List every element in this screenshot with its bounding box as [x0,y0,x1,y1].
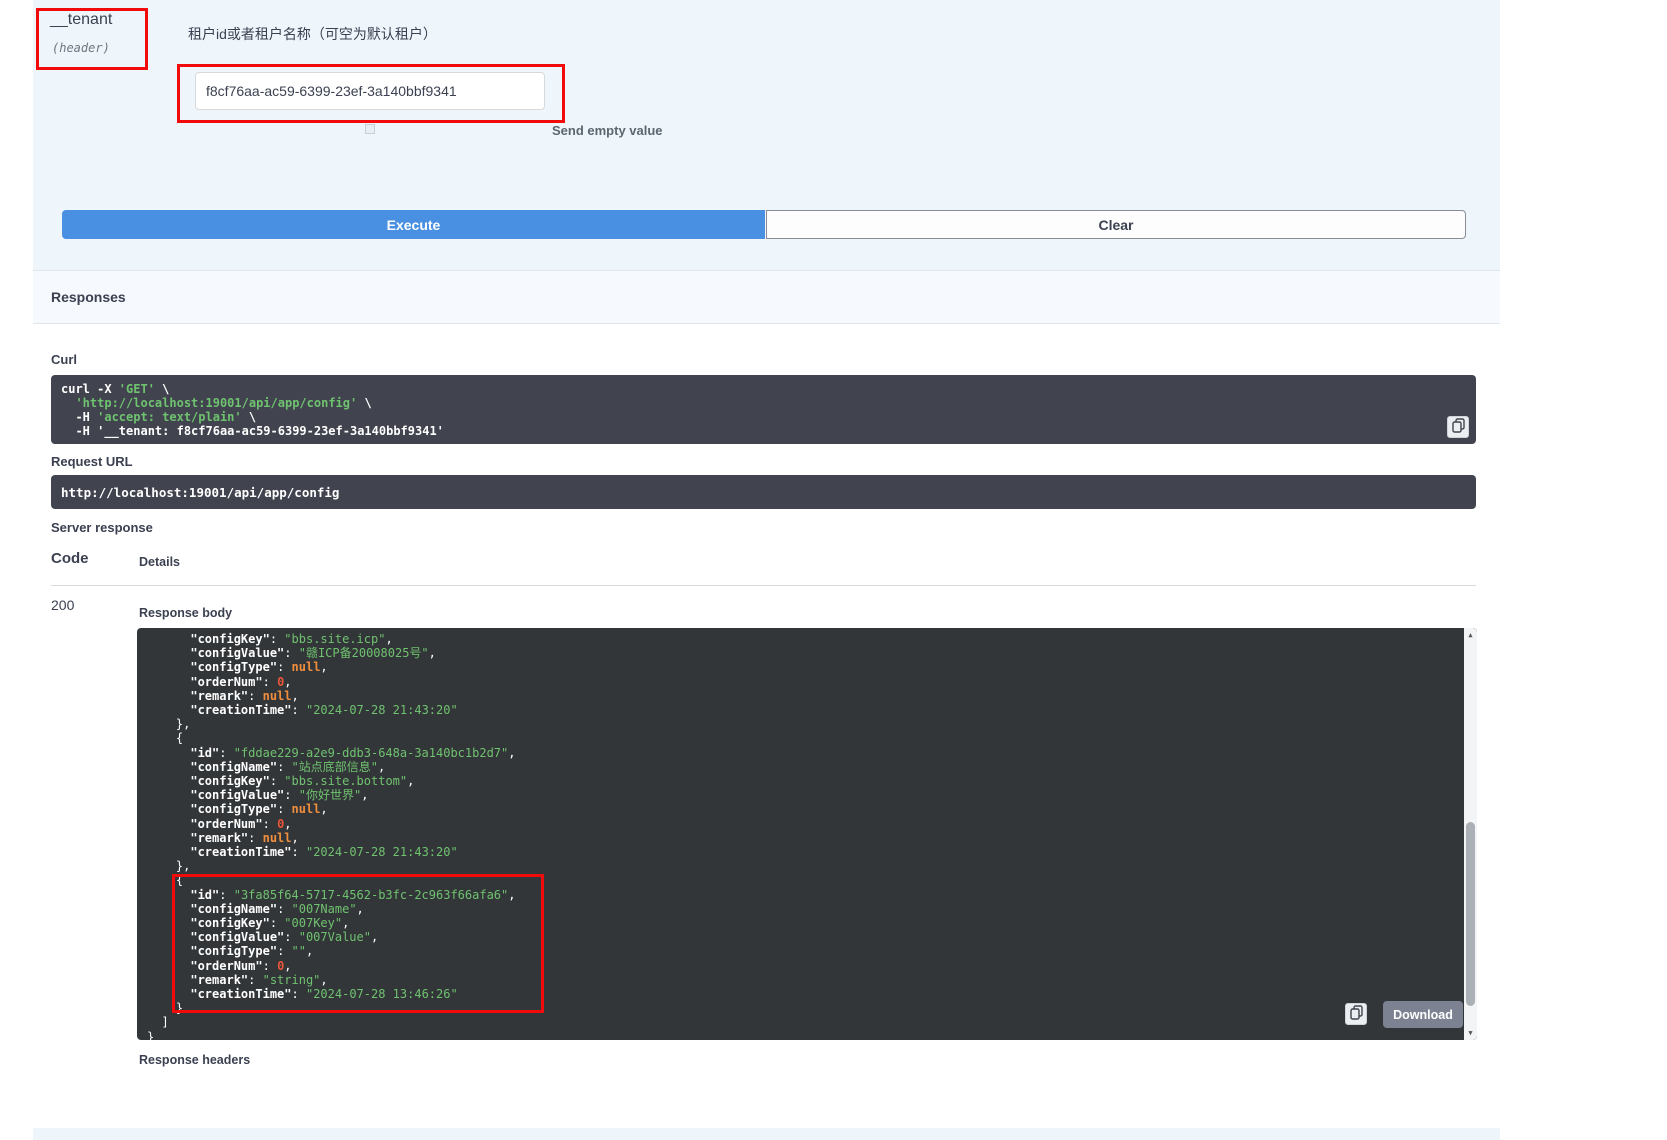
code-line: -H '__tenant: f8cf76aa-ac59-6399-23ef-3a… [61,424,1466,438]
status-code: 200 [51,597,74,613]
tenant-input[interactable] [195,72,545,110]
code-column-header: Code [51,550,89,567]
copy-curl-button[interactable] [1447,416,1469,438]
responses-title: Responses [51,289,126,305]
execute-button[interactable]: Execute [62,210,765,239]
details-column-header: Details [139,555,180,569]
code-line: "orderNum": 0, [147,959,1453,973]
response-headers-label: Response headers [139,1053,250,1067]
download-button[interactable]: Download [1383,1001,1463,1028]
code-line: "configValue": "007Value", [147,930,1453,944]
code-line: "configValue": "赣ICP备20008025号", [147,646,1453,660]
code-line: "remark": null, [147,689,1453,703]
code-line: ] [147,1015,1453,1029]
code-line: } [147,1001,1453,1015]
curl-command-text: curl -X 'GET' \ 'http://localhost:19001/… [61,382,1466,438]
send-empty-checkbox[interactable] [365,124,375,134]
scrollbar-thumb[interactable] [1466,822,1475,1006]
copy-icon [1350,1005,1363,1023]
send-empty-label: Send empty value [552,123,663,138]
response-body-text: "configKey": "bbs.site.icp", "configValu… [147,632,1453,1040]
code-line: "configName": "站点底部信息", [147,760,1453,774]
code-line: }, [147,717,1453,731]
response-body-block: "configKey": "bbs.site.icp", "configValu… [137,628,1477,1040]
parameter-description: 租户id或者租户名称（可空为默认租户） [188,24,437,44]
code-line: "configName": "007Name", [147,902,1453,916]
scroll-down-icon[interactable]: ▼ [1464,1027,1477,1039]
table-header-divider [51,585,1476,586]
code-line: "orderNum": 0, [147,675,1453,689]
code-line: "creationTime": "2024-07-28 21:43:20" [147,845,1453,859]
clear-button[interactable]: Clear [766,210,1466,239]
responses-section-header: Responses [33,270,1500,324]
code-line: "creationTime": "2024-07-28 13:46:26" [147,987,1453,1001]
operation-block: __tenant (header) 租户id或者租户名称（可空为默认租户） Se… [33,0,1500,1140]
code-line: 'http://localhost:19001/api/app/config' … [61,396,1466,410]
scroll-up-icon[interactable]: ▲ [1464,629,1477,641]
code-line: "configType": null, [147,802,1453,816]
server-response-label: Server response [51,520,153,535]
code-line: "configKey": "007Key", [147,916,1453,930]
response-body-label: Response body [139,606,232,620]
code-line: curl -X 'GET' \ [61,382,1466,396]
code-line: "configKey": "bbs.site.icp", [147,632,1453,646]
curl-label: Curl [51,352,77,367]
code-line: "id": "fddae229-a2e9-ddb3-648a-3a140bc1b… [147,746,1453,760]
request-url-text: http://localhost:19001/api/app/config [61,485,339,500]
code-line: -H 'accept: text/plain' \ [61,410,1466,424]
copy-response-button[interactable] [1345,1003,1367,1025]
code-line: { [147,873,1453,887]
code-line: "configType": "", [147,944,1453,958]
request-url-block: http://localhost:19001/api/app/config [51,475,1476,509]
copy-icon [1452,418,1465,436]
code-line: "orderNum": 0, [147,817,1453,831]
code-line: "configType": null, [147,660,1453,674]
responses-panel: Curl curl -X 'GET' \ 'http://localhost:1… [33,324,1500,1128]
code-line: "creationTime": "2024-07-28 21:43:20" [147,703,1453,717]
code-line: "configKey": "bbs.site.bottom", [147,774,1453,788]
request-url-label: Request URL [51,454,133,469]
code-line: "remark": "string", [147,973,1453,987]
code-line: { [147,731,1453,745]
code-line: } [147,1030,1453,1040]
code-line: "configValue": "你好世界", [147,788,1453,802]
parameter-name: __tenant [50,11,112,29]
parameter-location: (header) [52,41,110,55]
code-line: }, [147,859,1453,873]
code-line: "remark": null, [147,831,1453,845]
curl-command-block: curl -X 'GET' \ 'http://localhost:19001/… [51,375,1476,444]
code-line: "id": "3fa85f64-5717-4562-b3fc-2c963f66a… [147,888,1453,902]
scrollbar-track[interactable]: ▲ ▼ [1464,628,1477,1040]
